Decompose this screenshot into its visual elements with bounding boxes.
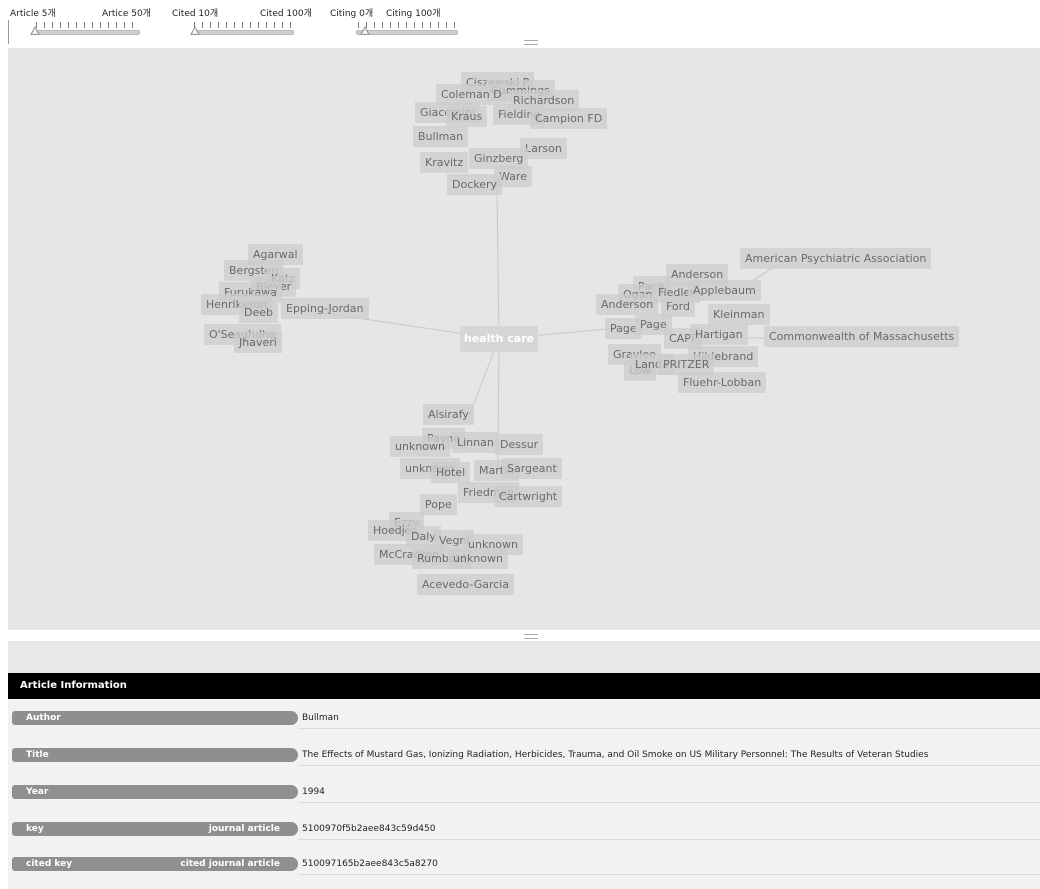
filter-sliders: Article 5개 Artice 50개 Cited 10개 Cited 10… xyxy=(0,0,1040,45)
author-label: Author xyxy=(26,713,61,723)
edge-top xyxy=(496,187,500,340)
node-dessur[interactable]: Dessur xyxy=(495,434,544,455)
node-jhaveri[interactable]: Jhaveri xyxy=(234,332,282,353)
row-divider xyxy=(298,802,1040,803)
node-kraus[interactable]: Kraus xyxy=(446,106,488,127)
node-hartigan[interactable]: Hartigan xyxy=(690,324,748,345)
article-slider-ticks xyxy=(36,22,138,28)
article-max-label: Artice 50개 xyxy=(102,9,151,19)
year-label: Year xyxy=(26,787,49,797)
article-slider-thumb[interactable] xyxy=(30,26,40,35)
info-row-key: key journal article 5100970f5b2aee843c59… xyxy=(8,818,1040,840)
network-graph[interactable]: Ciszewski P Cummings Coleman D Richardso… xyxy=(8,48,1040,630)
key-label: key xyxy=(26,824,44,834)
cited-key-label: cited key xyxy=(26,859,73,869)
info-row-year: Year 1994 xyxy=(8,781,1040,803)
row-divider xyxy=(298,839,1040,840)
key-tag: journal article xyxy=(208,824,280,834)
cited-min-label: Cited 10개 xyxy=(172,9,219,19)
author-label-pill: Author xyxy=(12,711,298,725)
node-hotel[interactable]: Hotel xyxy=(431,462,471,483)
node-acevedo-garcia[interactable]: Acevedo-Garcia xyxy=(417,574,515,595)
article-min-label: Article 5개 xyxy=(10,9,56,19)
citing-min-label: Citing 0개 xyxy=(330,9,374,19)
cited-slider-track[interactable] xyxy=(192,30,294,35)
row-divider xyxy=(298,874,1040,875)
key-label-pill: key journal article xyxy=(12,822,298,836)
node-pope[interactable]: Pope xyxy=(420,494,457,515)
node-alsirafy[interactable]: Alsirafy xyxy=(423,404,474,425)
year-value: 1994 xyxy=(302,787,325,797)
node-kravitz[interactable]: Kravitz xyxy=(420,152,469,173)
cited-slider-thumb[interactable] xyxy=(190,26,200,35)
middle-resize-grip[interactable] xyxy=(524,634,538,639)
info-row-cited-key: cited key cited journal article 51009716… xyxy=(8,853,1040,875)
cited-slider-ticks xyxy=(194,22,294,28)
node-applebaum[interactable]: Applebaum xyxy=(688,280,761,301)
cited-key-value: 510097165b2aee843c5a8270 xyxy=(302,859,438,869)
node-epping-jordan[interactable]: Epping-Jordan xyxy=(281,298,369,319)
node-american-psychiatric-association[interactable]: American Psychiatric Association xyxy=(740,248,932,269)
citing-slider-track[interactable] xyxy=(356,30,458,35)
citing-max-label: Citing 100개 xyxy=(386,9,441,19)
node-anderson-2[interactable]: Anderson xyxy=(596,294,659,315)
node-unknown-1[interactable]: unknown xyxy=(390,436,450,457)
node-fluehr-lobban[interactable]: Fluehr-Lobban xyxy=(678,372,767,393)
node-cartwright[interactable]: Cartwright xyxy=(494,486,563,507)
citing-slider-ticks xyxy=(358,22,458,28)
left-divider xyxy=(8,20,9,44)
row-divider xyxy=(298,728,1040,729)
citing-count-slider[interactable]: Citing 0개 Citing 100개 xyxy=(330,0,490,44)
cited-key-label-pill: cited key cited journal article xyxy=(12,857,298,871)
row-divider xyxy=(298,765,1040,766)
title-value: The Effects of Mustard Gas, Ionizing Rad… xyxy=(302,750,929,760)
info-row-title: Title The Effects of Mustard Gas, Ionizi… xyxy=(8,744,1040,766)
article-count-slider[interactable]: Article 5개 Artice 50개 xyxy=(10,0,151,44)
node-linnan[interactable]: Linnan xyxy=(452,432,499,453)
center-node-health-care[interactable]: health care xyxy=(460,326,538,352)
cited-count-slider[interactable]: Cited 10개 Cited 100개 xyxy=(172,0,322,44)
node-bullman[interactable]: Bullman xyxy=(413,126,469,147)
top-resize-grip[interactable] xyxy=(524,40,538,45)
cited-key-tag: cited journal article xyxy=(180,859,280,869)
node-kleinman[interactable]: Kleinman xyxy=(708,304,770,325)
year-label-pill: Year xyxy=(12,785,298,799)
key-value: 5100970f5b2aee843c59d450 xyxy=(302,824,436,834)
node-unknown-4[interactable]: unknown xyxy=(448,548,508,569)
node-campion[interactable]: Campion FD xyxy=(530,108,608,129)
node-sargeant[interactable]: Sargeant xyxy=(502,458,562,479)
node-commonwealth-of-massachusetts[interactable]: Commonwealth of Massachusetts xyxy=(764,326,960,347)
panel-header: Article Information xyxy=(8,673,1040,699)
title-label-pill: Title xyxy=(12,748,298,762)
info-row-author: Author Bullman xyxy=(8,707,1040,729)
article-slider-track[interactable] xyxy=(34,30,140,35)
node-dockery[interactable]: Dockery xyxy=(447,174,503,195)
panel-toolbar xyxy=(8,641,1040,673)
title-label: Title xyxy=(26,750,49,760)
node-deeb[interactable]: Deeb xyxy=(239,302,278,323)
article-information-panel: Article Information Author Bullman Title… xyxy=(8,673,1040,889)
author-value: Bullman xyxy=(302,713,339,723)
cited-max-label: Cited 100개 xyxy=(260,9,312,19)
citing-slider-thumb[interactable] xyxy=(360,26,370,35)
